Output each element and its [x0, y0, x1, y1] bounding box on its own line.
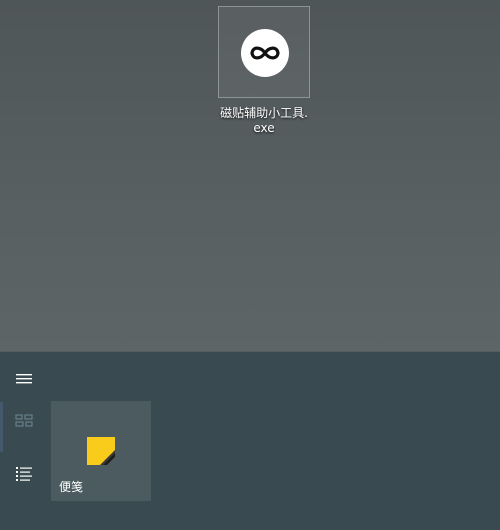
tiles-button[interactable]	[0, 402, 48, 452]
hamburger-menu-icon	[16, 374, 32, 384]
shortcut-icon-frame	[218, 6, 310, 98]
start-menu: 便笺	[0, 352, 500, 530]
selected-indicator	[0, 402, 3, 452]
desktop: 磁贴辅助小工具.exe	[0, 0, 500, 352]
all-apps-list-icon	[16, 467, 32, 481]
all-apps-button[interactable]	[0, 454, 48, 494]
tiles-grid-icon	[15, 414, 33, 427]
infinity-icon	[241, 29, 289, 77]
hamburger-menu-button[interactable]	[0, 360, 48, 400]
desktop-shortcut[interactable]: 磁贴辅助小工具.exe	[216, 6, 312, 136]
start-rail	[0, 352, 48, 530]
sticky-notes-icon	[87, 437, 115, 465]
screen: 磁贴辅助小工具.exe 便笺	[0, 0, 500, 530]
shortcut-label: 磁贴辅助小工具.exe	[220, 106, 308, 135]
tile-label: 便笺	[59, 480, 84, 494]
tile-sticky-notes[interactable]: 便笺	[51, 401, 151, 501]
